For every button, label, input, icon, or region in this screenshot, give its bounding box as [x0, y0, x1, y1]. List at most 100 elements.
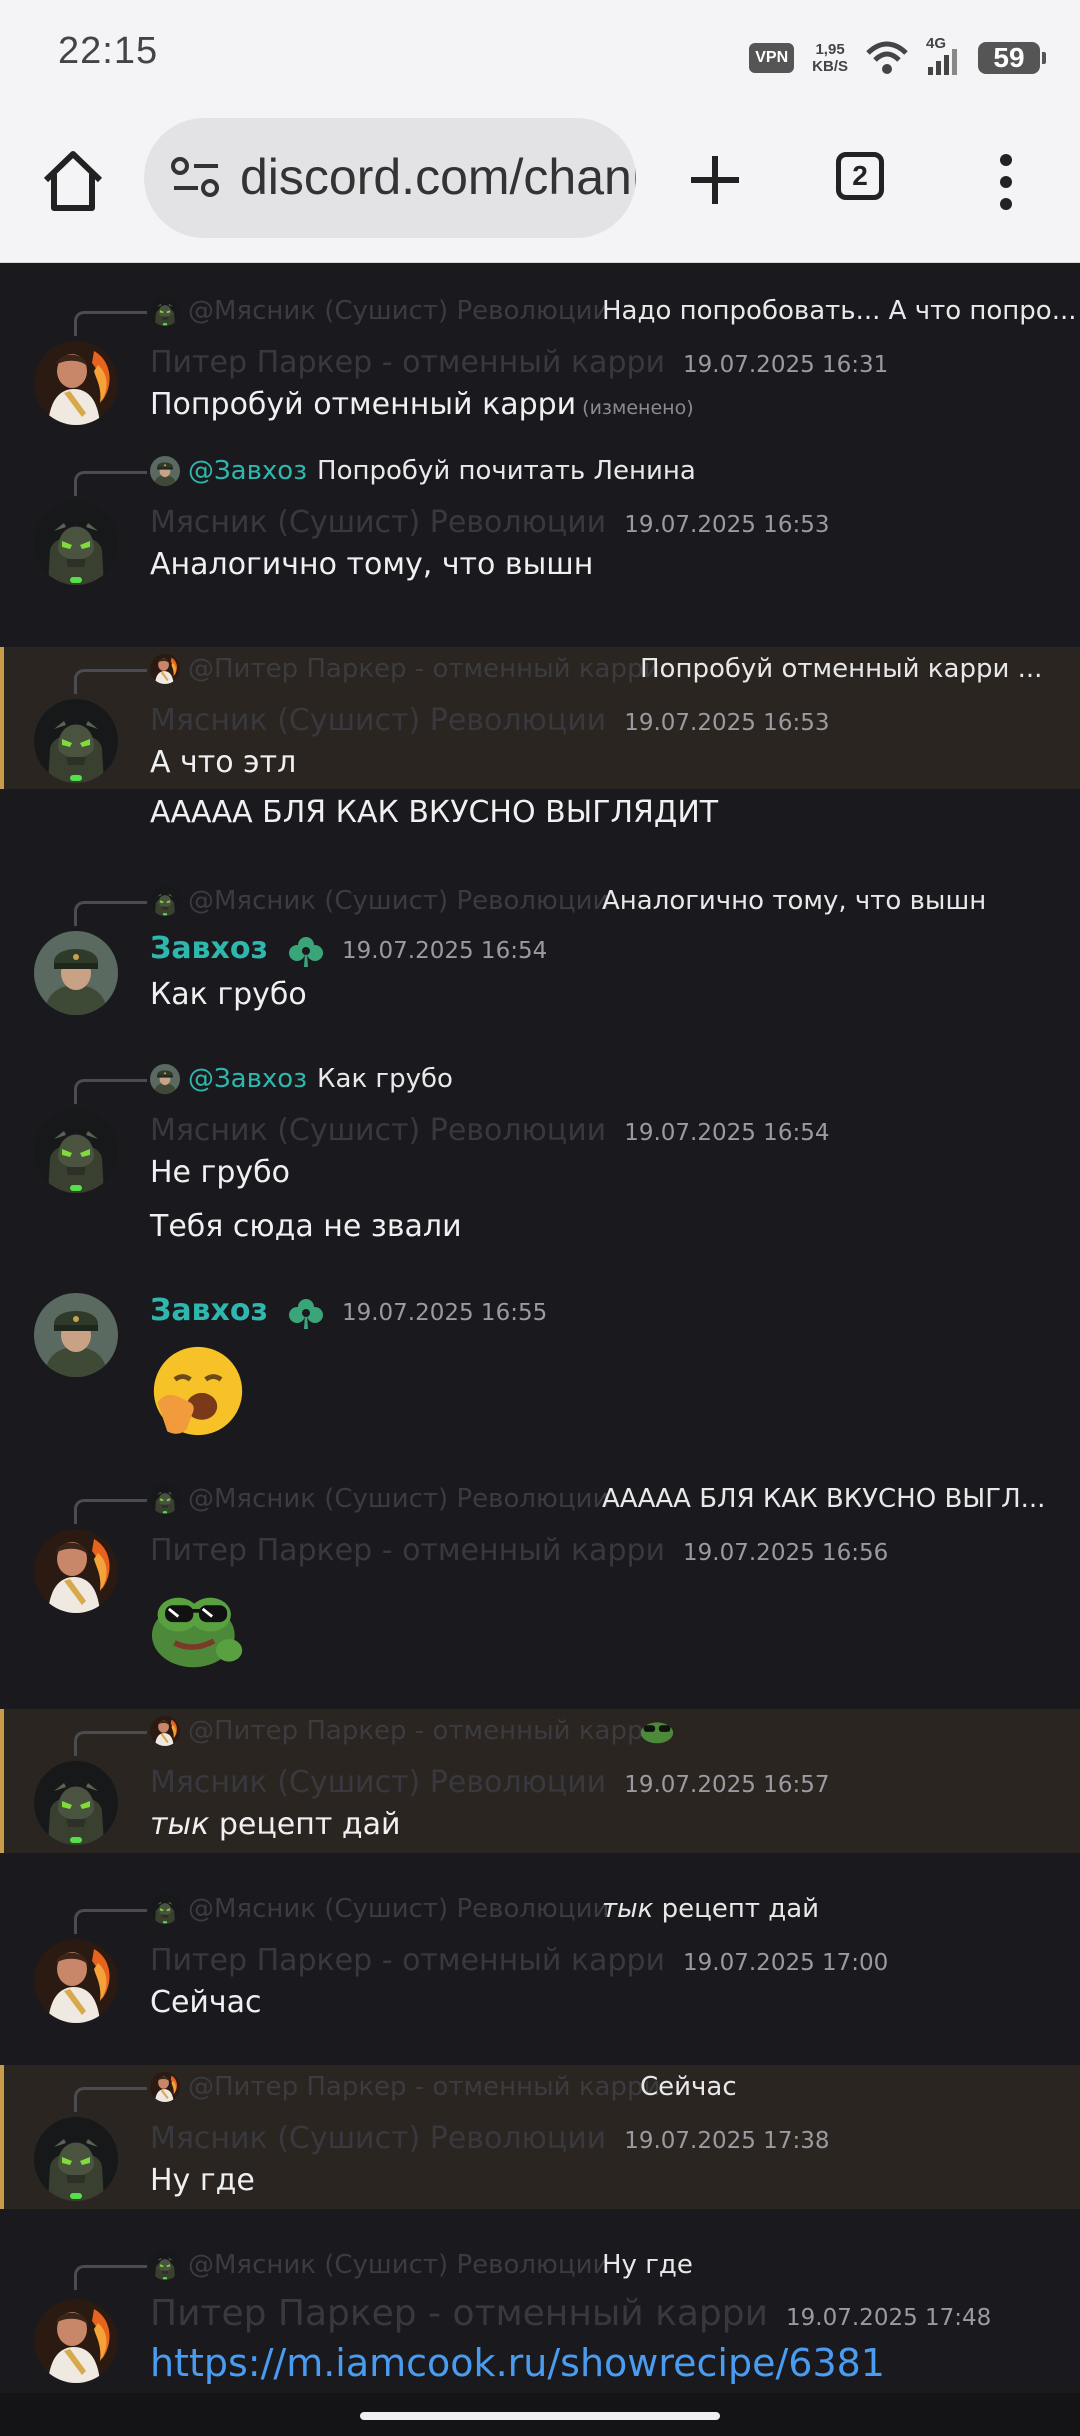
network-speed-value: 1,95	[815, 41, 845, 58]
avatar[interactable]	[34, 2117, 118, 2201]
reply-preview[interactable]: @Мясник (Сушист) Революции Ну где	[150, 2247, 693, 2283]
network-speed: 1,95 KB/S	[812, 41, 848, 75]
gesture-handle[interactable]	[360, 2412, 720, 2420]
reply-text: Ну где	[602, 2250, 693, 2280]
reply-text: Попробуй отменный карри ...	[640, 654, 1043, 684]
tab-switcher-button[interactable]: 2	[836, 152, 884, 200]
message-text: А что этл	[150, 745, 297, 780]
reply-author[interactable]: @Мясник (Сушист) Революции	[188, 296, 609, 326]
avatar[interactable]	[34, 1109, 118, 1193]
message[interactable]: @Мясник (Сушист) Революции Ну где Питер …	[0, 2243, 1080, 2393]
message[interactable]: @Завхоз Попробуй почитать Ленина Мясник …	[0, 423, 1080, 601]
status-icons: VPN 1,95 KB/S 4G 59	[749, 35, 1046, 80]
reply-connector	[74, 2087, 147, 2112]
timestamp: 19.07.2025 16:55	[341, 1300, 548, 1326]
reply-author[interactable]: @Мясник (Сушист) Революции	[188, 1894, 609, 1924]
avatar[interactable]	[34, 501, 118, 585]
message-continuation[interactable]: ААААА БЛЯ КАК ВКУСНО ВЫГЛЯДИТ	[0, 789, 1080, 841]
cellular-signal: 4G	[926, 35, 960, 77]
reply-preview[interactable]: @Мясник (Сушист) Революции тык рецепт да…	[150, 1891, 819, 1927]
reply-avatar	[150, 456, 180, 486]
message[interactable]: @Мясник (Сушист) Революции ААААА БЛЯ КАК…	[0, 1477, 1080, 1677]
timestamp: 19.07.2025 16:57	[624, 1772, 830, 1798]
reply-preview[interactable]: @Завхоз Как грубо	[150, 1061, 453, 1097]
avatar[interactable]	[34, 931, 118, 1015]
reply-preview[interactable]: @Питер Паркер - отменный карри Сейчас	[150, 2069, 737, 2105]
avatar[interactable]	[34, 1293, 118, 1377]
author-name[interactable]: Питер Паркер - отменный карри	[150, 345, 665, 380]
reply-avatar	[150, 1716, 180, 1746]
message-text: Не грубо	[150, 1155, 290, 1190]
message-line: рецепт дай	[218, 1807, 401, 1842]
reply-author[interactable]: @Мясник (Сушист) Революции	[188, 1484, 609, 1514]
reply-preview[interactable]: @Питер Паркер - отменный карри Попробуй …	[150, 651, 1042, 687]
reply-avatar	[150, 1064, 180, 1094]
reply-text: Попробуй почитать Ленина	[317, 456, 696, 486]
avatar[interactable]	[34, 1761, 118, 1845]
pepe-sticker-icon	[640, 1722, 674, 1744]
new-tab-icon[interactable]	[685, 150, 745, 210]
avatar[interactable]	[34, 1529, 118, 1613]
message-header: Питер Паркер - отменный карри 19.07.2025…	[150, 345, 888, 380]
author-name[interactable]: Питер Паркер - отменный карри	[150, 1533, 665, 1568]
message-mention[interactable]: @Питер Паркер - отменный карри Попробуй …	[0, 647, 1080, 789]
reply-preview[interactable]: @Питер Паркер - отменный карри	[150, 1713, 674, 1749]
reply-author[interactable]: @Питер Паркер - отменный карри	[188, 654, 660, 684]
reply-author[interactable]: @Питер Паркер - отменный карри	[188, 1716, 660, 1746]
timestamp: 19.07.2025 16:54	[624, 1120, 830, 1146]
address-bar[interactable]: discord.com/channels	[144, 118, 636, 238]
reply-author[interactable]: @Завхоз	[188, 1064, 307, 1094]
message[interactable]: @Завхоз Как грубо Мясник (Сушист) Револю…	[0, 1057, 1080, 1249]
reply-author[interactable]: @Питер Паркер - отменный карри	[188, 2072, 660, 2102]
reply-preview[interactable]: @Завхоз Попробуй почитать Ленина	[150, 453, 696, 489]
reply-connector	[74, 471, 147, 496]
yawning-face-emoji[interactable]	[150, 1343, 246, 1439]
reply-preview[interactable]: @Мясник (Сушист) Революции ААААА БЛЯ КАК…	[150, 1481, 1045, 1517]
message-header: Завхоз 19.07.2025 16:54	[150, 931, 547, 971]
message[interactable]: Завхоз 19.07.2025 16:55	[0, 1293, 1080, 1453]
timestamp: 19.07.2025 16:53	[624, 710, 830, 736]
reply-rest-text: рецепт дай	[661, 1894, 820, 1924]
avatar[interactable]	[34, 1939, 118, 2023]
status-bar: 22:15 VPN 1,95 KB/S 4G 59	[0, 0, 1080, 110]
reply-text: ААААА БЛЯ КАК ВКУСНО ВЫГЛ...	[602, 1484, 1046, 1514]
message-text: Как грубо	[150, 977, 307, 1012]
url-text[interactable]: discord.com/channels	[240, 148, 636, 206]
author-name[interactable]: Мясник (Сушист) Революции	[150, 1113, 606, 1148]
message-text: Тебя сюда не звали	[150, 1209, 462, 1244]
site-settings-icon[interactable]	[170, 156, 222, 200]
author-name[interactable]: Мясник (Сушист) Революции	[150, 1765, 606, 1800]
author-name[interactable]: Завхоз	[150, 931, 268, 966]
reply-author[interactable]: @Мясник (Сушист) Революции	[188, 886, 609, 916]
reply-preview[interactable]: @Мясник (Сушист) Революции Надо попробов…	[150, 293, 1077, 329]
author-name[interactable]: Питер Паркер - отменный карри	[150, 1943, 665, 1978]
more-options-icon[interactable]	[996, 152, 1016, 212]
message-text: Сейчас	[150, 1985, 262, 2020]
message-text: тык рецепт дай	[150, 1807, 400, 1842]
avatar[interactable]	[34, 341, 118, 425]
avatar[interactable]	[34, 2299, 118, 2383]
recipe-link[interactable]: https://m.iamcook.ru/showrecipe/6381	[150, 2341, 885, 2385]
reply-connector	[74, 1909, 147, 1934]
message-mention[interactable]: @Питер Паркер - отменный карри Сейчас Мя…	[0, 2065, 1080, 2209]
pepe-sunglasses-emoji[interactable]	[146, 1577, 250, 1671]
message[interactable]: @Мясник (Сушист) Революции тык рецепт да…	[0, 1887, 1080, 2021]
author-name[interactable]: Питер Паркер - отменный карри	[150, 2293, 768, 2334]
avatar[interactable]	[34, 699, 118, 783]
message[interactable]: @Мясник (Сушист) Революции Аналогично то…	[0, 879, 1080, 1009]
reply-preview[interactable]: @Мясник (Сушист) Революции Аналогично то…	[150, 883, 986, 919]
author-name[interactable]: Завхоз	[150, 1293, 268, 1328]
author-name[interactable]: Мясник (Сушист) Революции	[150, 703, 606, 738]
reply-author[interactable]: @Мясник (Сушист) Революции	[188, 2250, 609, 2280]
reply-author[interactable]: @Завхоз	[188, 456, 307, 486]
timestamp: 19.07.2025 16:56	[683, 1540, 889, 1566]
chat-messages[interactable]: @Мясник (Сушист) Революции Надо попробов…	[0, 263, 1080, 2393]
message-mention[interactable]: @Питер Паркер - отменный карри Мясник (С…	[0, 1709, 1080, 1853]
author-name[interactable]: Мясник (Сушист) Революции	[150, 2121, 606, 2156]
home-icon[interactable]	[38, 146, 108, 216]
message[interactable]: @Мясник (Сушист) Революции Надо попробов…	[0, 263, 1080, 423]
browser-toolbar: discord.com/channels 2	[0, 110, 1080, 263]
timestamp: 19.07.2025 16:54	[341, 938, 548, 964]
message-header: Питер Паркер - отменный карри 19.07.2025…	[150, 1943, 888, 1978]
author-name[interactable]: Мясник (Сушист) Революции	[150, 505, 606, 540]
